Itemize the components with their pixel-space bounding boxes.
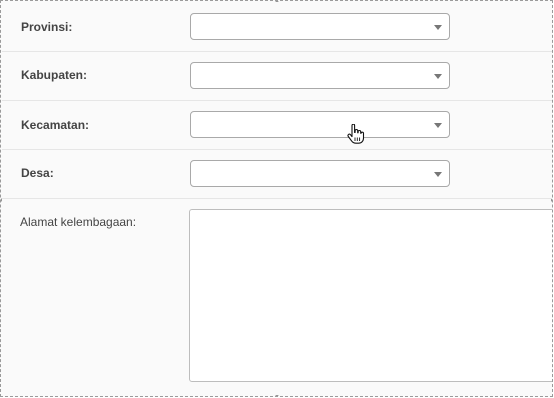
kabupaten-label: Kabupaten: bbox=[21, 68, 87, 82]
desa-select[interactable] bbox=[190, 160, 450, 187]
kecamatan-row: Kecamatan: bbox=[2, 100, 552, 150]
kecamatan-select[interactable] bbox=[190, 111, 450, 138]
desa-row: Desa: bbox=[2, 149, 552, 199]
kabupaten-select[interactable] bbox=[190, 62, 450, 89]
bottom-resize-handle[interactable] bbox=[275, 395, 279, 396]
provinsi-label: Provinsi: bbox=[21, 20, 73, 34]
kabupaten-row: Kabupaten: bbox=[2, 51, 552, 101]
chevron-down-icon bbox=[434, 123, 442, 128]
kecamatan-label: Kecamatan: bbox=[21, 118, 90, 132]
form-panel: Provinsi: Kabupaten: Kecamatan: Desa: Al… bbox=[0, 0, 553, 397]
chevron-down-icon bbox=[434, 172, 442, 177]
alamat-label: Alamat kelembagaan: bbox=[20, 215, 137, 229]
provinsi-row: Provinsi: bbox=[2, 1, 552, 52]
hand-pointer-icon bbox=[347, 124, 365, 144]
alamat-textarea[interactable] bbox=[189, 209, 552, 382]
chevron-down-icon bbox=[434, 25, 442, 30]
desa-label: Desa: bbox=[21, 166, 54, 180]
chevron-down-icon bbox=[434, 74, 442, 79]
provinsi-select[interactable] bbox=[190, 13, 450, 40]
